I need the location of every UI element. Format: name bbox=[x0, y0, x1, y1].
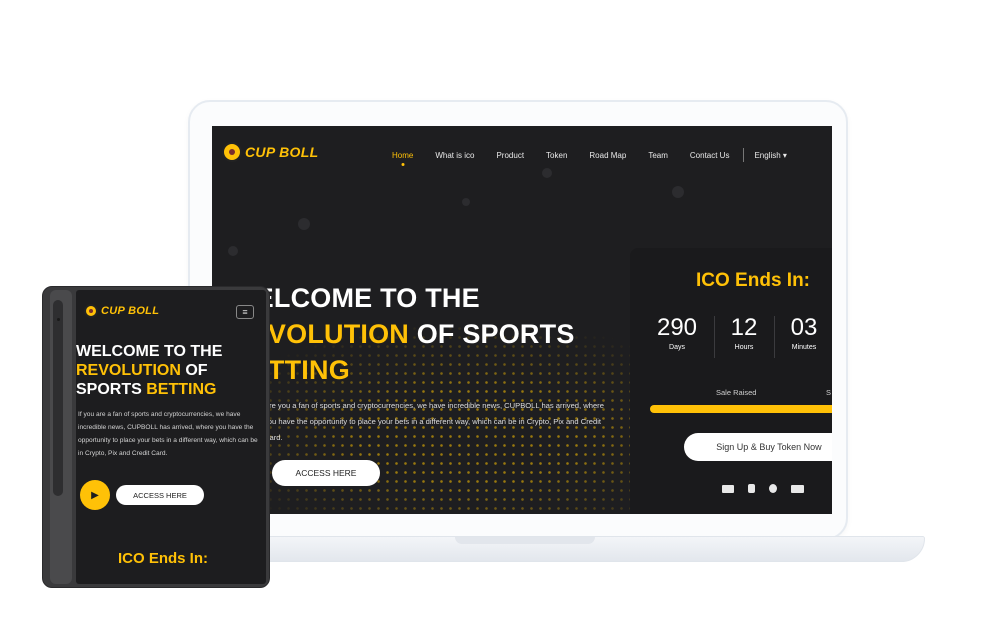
nav-product[interactable]: Product bbox=[496, 151, 524, 160]
signup-buy-token-button[interactable]: Sign Up & Buy Token Now bbox=[684, 433, 832, 461]
countdown-label: Minutes bbox=[791, 344, 817, 351]
tablet-hero-title: WELCOME TO THE REVOLUTION OF SPORTS BETT… bbox=[76, 342, 222, 399]
nav-what-is-ico[interactable]: What is ico bbox=[435, 151, 474, 160]
tablet-hero-description: If you are a fan of sports and cryptocur… bbox=[78, 411, 258, 457]
nav-home[interactable]: Home bbox=[392, 151, 413, 160]
soccer-ball-icon bbox=[84, 304, 98, 318]
hero-accent: REVOLUTION bbox=[76, 362, 181, 379]
tablet-logo[interactable]: CUP BOLL bbox=[84, 304, 159, 318]
nav-token[interactable]: Token bbox=[546, 151, 567, 160]
logo-text: CUP BOLL bbox=[101, 305, 160, 317]
credit-card-icon bbox=[791, 484, 804, 493]
sale-raised-label: Sale Raised bbox=[716, 388, 757, 397]
paypal-icon bbox=[748, 484, 755, 493]
nav-contact-us[interactable]: Contact Us bbox=[690, 151, 730, 160]
bg-coin-icon bbox=[672, 186, 684, 198]
play-button[interactable]: ▶ bbox=[80, 480, 110, 510]
logo-text: CUP BOLL bbox=[245, 144, 319, 160]
tablet-screen: CUP BOLL ≡ WELCOME TO THE REVOLUTION OF … bbox=[76, 290, 266, 584]
card-icon bbox=[722, 484, 734, 493]
countdown-value: 290 bbox=[656, 314, 698, 341]
main-nav: Home What is ico Product Token Road Map … bbox=[392, 148, 787, 162]
sale-secondary-label: S bbox=[826, 388, 832, 397]
countdown-value: 03 bbox=[790, 314, 818, 341]
bg-coin-icon bbox=[298, 218, 310, 230]
bg-coin-icon bbox=[462, 198, 470, 206]
nav-divider bbox=[743, 148, 745, 162]
countdown-divider bbox=[774, 316, 775, 358]
countdown-label: Hours bbox=[734, 344, 754, 351]
hero-line-3-accent: BETTING bbox=[146, 381, 217, 398]
tablet-access-here-button[interactable]: ACCESS HERE bbox=[116, 485, 204, 505]
countdown-label: Days bbox=[669, 344, 685, 351]
tablet-camera bbox=[57, 318, 60, 321]
hero-line-1: WELCOME TO THE bbox=[76, 343, 223, 360]
laptop-notch bbox=[455, 537, 595, 544]
hero-title: WELCOME TO THE REVOLUTION OF SPORTS BETT… bbox=[230, 280, 575, 388]
nav-team[interactable]: Team bbox=[648, 151, 668, 160]
logo[interactable]: CUP BOLL bbox=[222, 142, 318, 162]
soccer-ball-icon bbox=[222, 142, 242, 162]
hero-line-2: OF bbox=[180, 362, 208, 379]
nav-road-map[interactable]: Road Map bbox=[589, 151, 626, 160]
bg-coin-icon bbox=[542, 168, 552, 178]
countdown-divider bbox=[714, 316, 715, 358]
ico-title: ICO Ends In: bbox=[696, 270, 810, 291]
language-select[interactable]: English ▾ bbox=[754, 151, 786, 160]
sale-progress-bar bbox=[650, 405, 832, 413]
ico-card: ICO Ends In: 290 Days 12 Hours 03 Minute… bbox=[630, 248, 832, 514]
hamburger-menu-icon[interactable]: ≡ bbox=[236, 305, 254, 319]
countdown-days: 290 Days bbox=[650, 314, 704, 351]
hero-description: Are you a fan of sports and cryptocurren… bbox=[264, 401, 604, 442]
countdown-hours: 12 Hours bbox=[724, 314, 764, 351]
laptop-screen: CUP BOLL Home What is ico Product Token … bbox=[212, 126, 832, 514]
tablet-slot bbox=[53, 300, 63, 496]
hero-line-2: OF SPORTS bbox=[409, 319, 575, 349]
tablet-ico-title: ICO Ends In: bbox=[118, 550, 208, 567]
bg-coin-icon bbox=[228, 246, 238, 256]
access-here-button[interactable]: ACCESS HERE bbox=[272, 460, 380, 486]
bitcoin-icon bbox=[769, 484, 777, 493]
payment-icons bbox=[722, 484, 804, 493]
countdown-minutes: 03 Minutes bbox=[780, 314, 828, 351]
countdown-value: 12 bbox=[730, 314, 758, 341]
hero-line-3-prefix: SPORTS bbox=[76, 381, 147, 398]
